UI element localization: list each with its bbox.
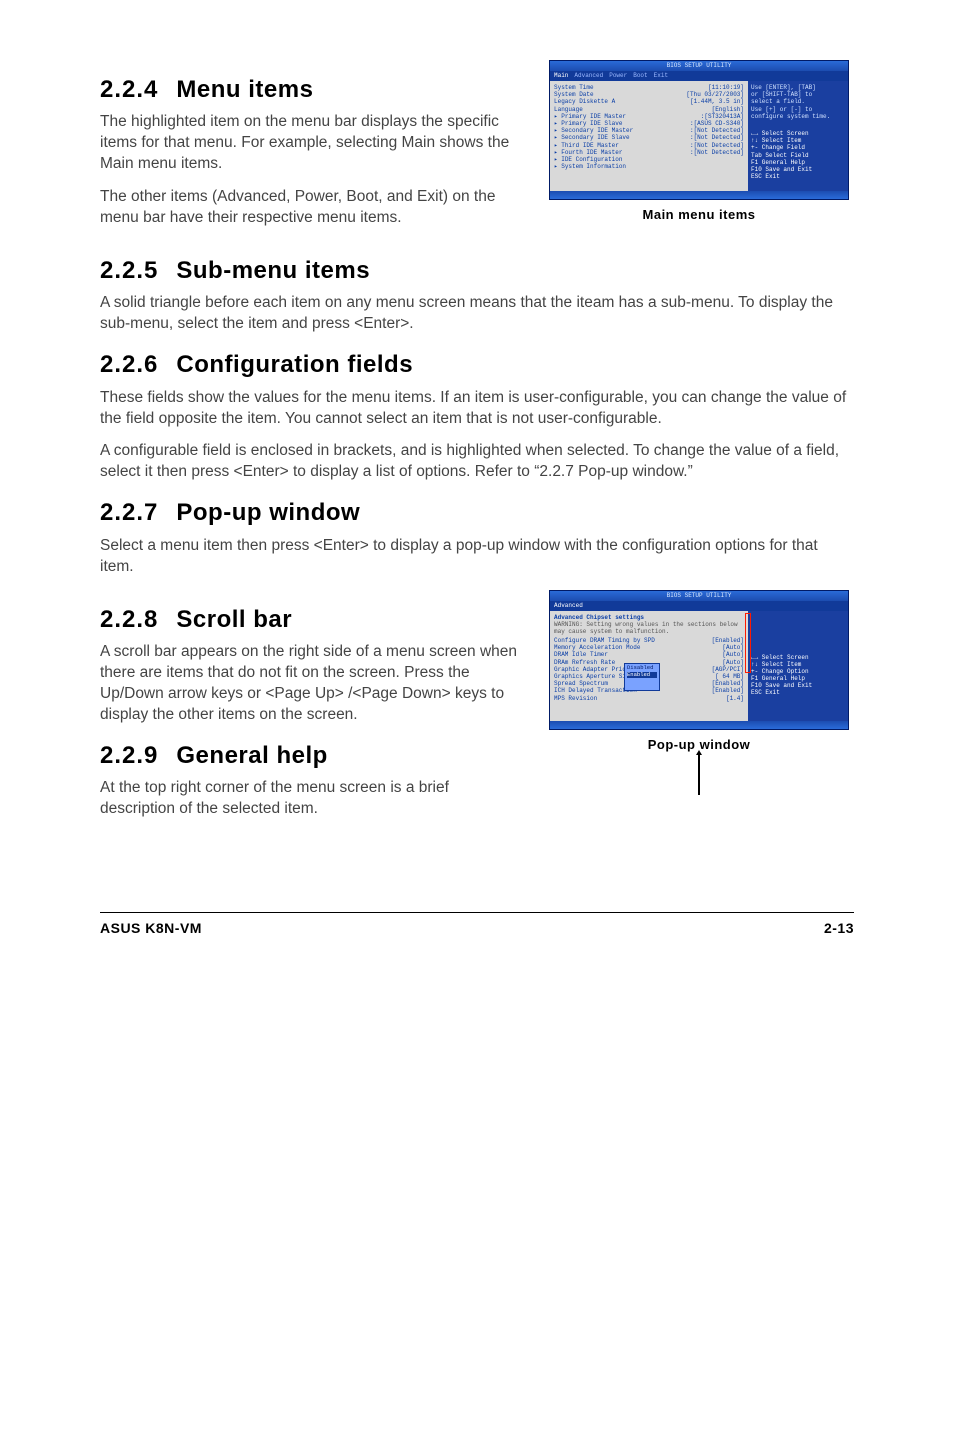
para-226-2: A configurable field is enclosed in brac… bbox=[100, 441, 854, 483]
bios-left-pane: System Time[11:10:19] System Date[Thu 03… bbox=[550, 81, 748, 191]
popup-options-box: Disabled Enabled bbox=[624, 663, 660, 691]
bios2-right-pane: ←→ Select Screen ↑↓ Select Item +- Chang… bbox=[748, 611, 848, 721]
para-229-1: At the top right corner of the menu scre… bbox=[100, 778, 524, 820]
bios-tabs: Main Advanced Power Boot Exit bbox=[550, 71, 848, 81]
heading-226: 2.2.6Configuration fields bbox=[100, 349, 854, 381]
bios2-titlebar: BIOS SETUP UTILITY bbox=[550, 591, 848, 601]
page-footer: ASUS K8N-VM 2-13 bbox=[100, 912, 854, 938]
heading-224: 2.2.4Menu items bbox=[100, 74, 524, 106]
bios2-tabs: Advanced bbox=[550, 601, 848, 611]
heading-228: 2.2.8Scroll bar bbox=[100, 604, 524, 636]
bios-advanced-screenshot: BIOS SETUP UTILITY Advanced Advanced Chi… bbox=[549, 590, 849, 730]
heading-225: 2.2.5Sub-menu items bbox=[100, 255, 854, 287]
popup-caption-block: Pop-up window bbox=[648, 730, 751, 796]
para-226-1: These fields show the values for the men… bbox=[100, 388, 854, 430]
heading-229: 2.2.9General help bbox=[100, 740, 524, 772]
heading-227: 2.2.7Pop-up window bbox=[100, 497, 854, 529]
bios-titlebar: BIOS SETUP UTILITY bbox=[550, 61, 848, 71]
footer-left: ASUS K8N-VM bbox=[100, 919, 202, 938]
para-227-1: Select a menu item then press <Enter> to… bbox=[100, 536, 854, 578]
bios2-left-pane: Advanced Chipset settings WARNING: Setti… bbox=[550, 611, 748, 721]
para-228-1: A scroll bar appears on the right side o… bbox=[100, 642, 524, 726]
footer-right: 2-13 bbox=[824, 919, 854, 938]
para-224-1: The highlighted item on the menu bar dis… bbox=[100, 112, 524, 175]
scrollbar-highlight bbox=[745, 613, 751, 673]
arrow-down-icon bbox=[698, 753, 700, 795]
para-225-1: A solid triangle before each item on any… bbox=[100, 293, 854, 335]
bios-main-screenshot: BIOS SETUP UTILITY Main Advanced Power B… bbox=[549, 60, 849, 200]
para-224-2: The other items (Advanced, Power, Boot, … bbox=[100, 187, 524, 229]
caption-main-menu-items: Main menu items bbox=[643, 206, 756, 224]
bios-right-pane: Use [ENTER], [TAB] or [SHIFT-TAB] to sel… bbox=[748, 81, 848, 191]
